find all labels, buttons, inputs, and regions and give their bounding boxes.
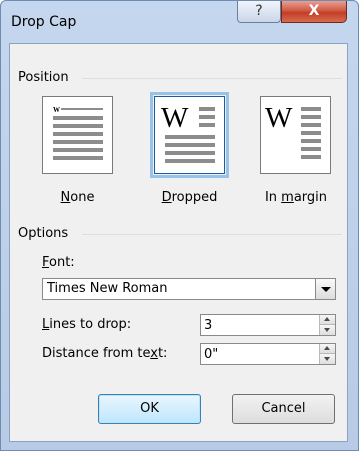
- chevron-down-icon[interactable]: [315, 279, 335, 299]
- position-none-label: None: [60, 190, 95, 205]
- help-icon: ?: [255, 3, 263, 19]
- distance-down-arrow-icon[interactable]: [319, 354, 335, 364]
- position-group-label: Position: [18, 70, 69, 85]
- preview-line: [53, 140, 103, 144]
- distance-from-text-input[interactable]: [204, 345, 314, 363]
- preview-line: [53, 116, 103, 120]
- dialog-title: Drop Cap: [11, 14, 77, 30]
- position-dropped-option[interactable]: W: [150, 92, 229, 178]
- preview-line: [301, 147, 321, 151]
- preview-line: [53, 148, 103, 152]
- preview-line: [301, 123, 321, 127]
- lines-down-arrow-icon[interactable]: [319, 325, 335, 335]
- position-dropped-label: Dropped: [161, 190, 218, 205]
- font-label: Font:: [42, 255, 75, 270]
- preview-line: [301, 139, 321, 143]
- preview-line: [165, 143, 215, 147]
- preview-line: [199, 123, 215, 127]
- title-bar[interactable]: Drop Cap ? X: [1, 1, 358, 43]
- lines-to-drop-input[interactable]: [204, 316, 314, 334]
- preview-line: [165, 135, 215, 139]
- distance-from-text-label: Distance from text:: [42, 346, 168, 361]
- preview-line: [301, 107, 321, 111]
- position-in-margin-option[interactable]: W: [260, 96, 331, 174]
- preview-line: [165, 151, 215, 155]
- ok-button[interactable]: OK: [98, 394, 201, 424]
- none-preview-letter: W: [53, 106, 60, 114]
- position-divider: [82, 78, 342, 79]
- preview-line: [301, 115, 321, 119]
- lines-up-arrow-icon[interactable]: [319, 315, 335, 325]
- position-none-option[interactable]: W: [42, 96, 113, 174]
- in-margin-preview-letter: W: [265, 102, 293, 134]
- preview-line: [199, 107, 215, 111]
- drop-cap-dialog: Drop Cap ? X Position W None W Dropped W…: [0, 0, 359, 451]
- font-dropdown[interactable]: Times New Roman: [42, 278, 336, 300]
- lines-to-drop-label: Lines to drop:: [42, 317, 132, 332]
- dialog-body: Position W None W Dropped W In margin Op…: [9, 43, 348, 442]
- distance-from-text-stepper[interactable]: [200, 343, 336, 365]
- cancel-button[interactable]: Cancel: [232, 394, 335, 424]
- preview-line: [199, 115, 215, 119]
- options-group-label: Options: [18, 226, 69, 241]
- preview-line: [53, 124, 103, 128]
- options-divider: [82, 234, 342, 235]
- close-icon: X: [308, 3, 320, 19]
- preview-line: [301, 155, 321, 159]
- font-value: Times New Roman: [47, 281, 168, 296]
- preview-line: [301, 131, 321, 135]
- dropped-preview-letter: W: [161, 102, 189, 134]
- preview-line: [61, 108, 103, 110]
- distance-up-arrow-icon[interactable]: [319, 344, 335, 354]
- preview-line: [165, 159, 215, 163]
- position-in-margin-label: In margin: [264, 190, 328, 205]
- lines-to-drop-stepper[interactable]: [200, 314, 336, 336]
- preview-line: [53, 156, 103, 160]
- preview-line: [53, 132, 103, 136]
- help-button[interactable]: ?: [237, 1, 281, 23]
- close-button[interactable]: X: [281, 1, 347, 23]
